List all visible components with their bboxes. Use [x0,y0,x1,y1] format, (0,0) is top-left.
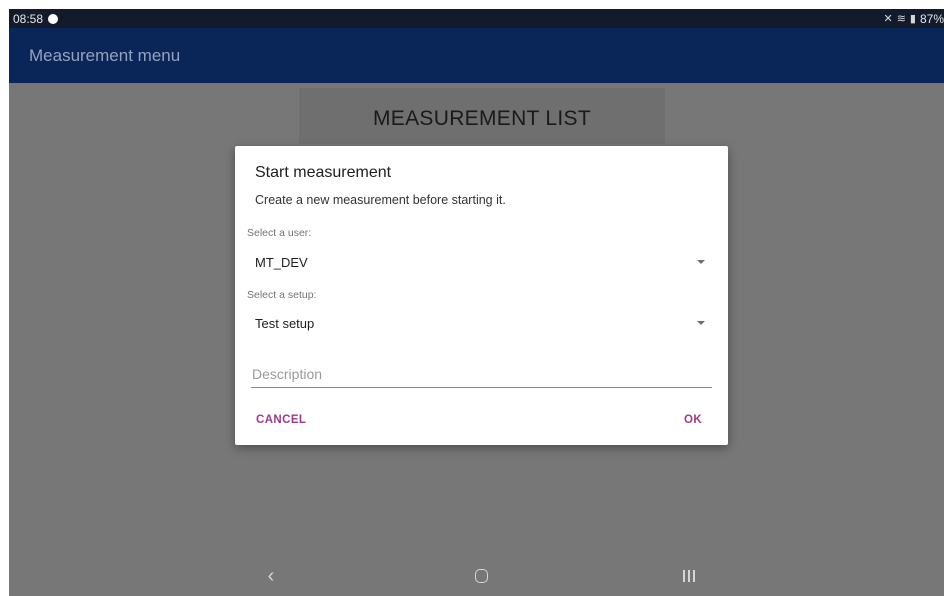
setup-select[interactable]: Test setup [247,308,709,338]
app-bar-title: Measurement menu [29,45,181,65]
back-icon[interactable]: ‹ [251,556,291,596]
signal-icon: ▮ [909,13,916,25]
wifi-icon: ≋ [896,13,906,25]
user-select-value: MT_DEV [255,254,308,270]
setup-label: Select a setup: [247,289,317,301]
status-left: 08:58 [9,11,59,26]
start-measurement-dialog: Start measurement Create a new measureme… [235,146,728,445]
description-field [251,359,712,388]
user-label: Select a user: [247,227,312,239]
mute-icon: ✕ [883,13,893,25]
recents-shape [683,570,695,582]
setup-select-value: Test setup [255,315,315,331]
home-icon[interactable] [461,556,501,596]
status-bar: 08:58 ✕ ≋ ▮ 87% [9,9,944,28]
status-right: ✕ ≋ ▮ 87% [883,12,944,26]
home-shape [474,569,488,583]
recents-icon[interactable] [669,556,709,596]
battery-level: 87% [919,11,944,26]
measurement-list-title: MEASUREMENT LIST [373,107,591,130]
measurement-list-header[interactable]: MEASUREMENT LIST [299,88,665,144]
user-select[interactable]: MT_DEV [247,247,709,277]
ok-button[interactable]: OK [684,414,702,426]
cancel-button[interactable]: CANCEL [256,414,306,426]
description-input[interactable] [251,366,712,387]
notification-icon [48,13,59,24]
app-bar: Measurement menu [9,28,944,83]
dialog-title: Start measurement [255,164,392,181]
dropdown-arrow-icon [697,260,705,264]
navigation-bar: ‹ [9,554,944,596]
dialog-message: Create a new measurement before starting… [255,193,506,207]
status-time: 08:58 [13,11,44,26]
dropdown-arrow-icon [697,321,705,325]
